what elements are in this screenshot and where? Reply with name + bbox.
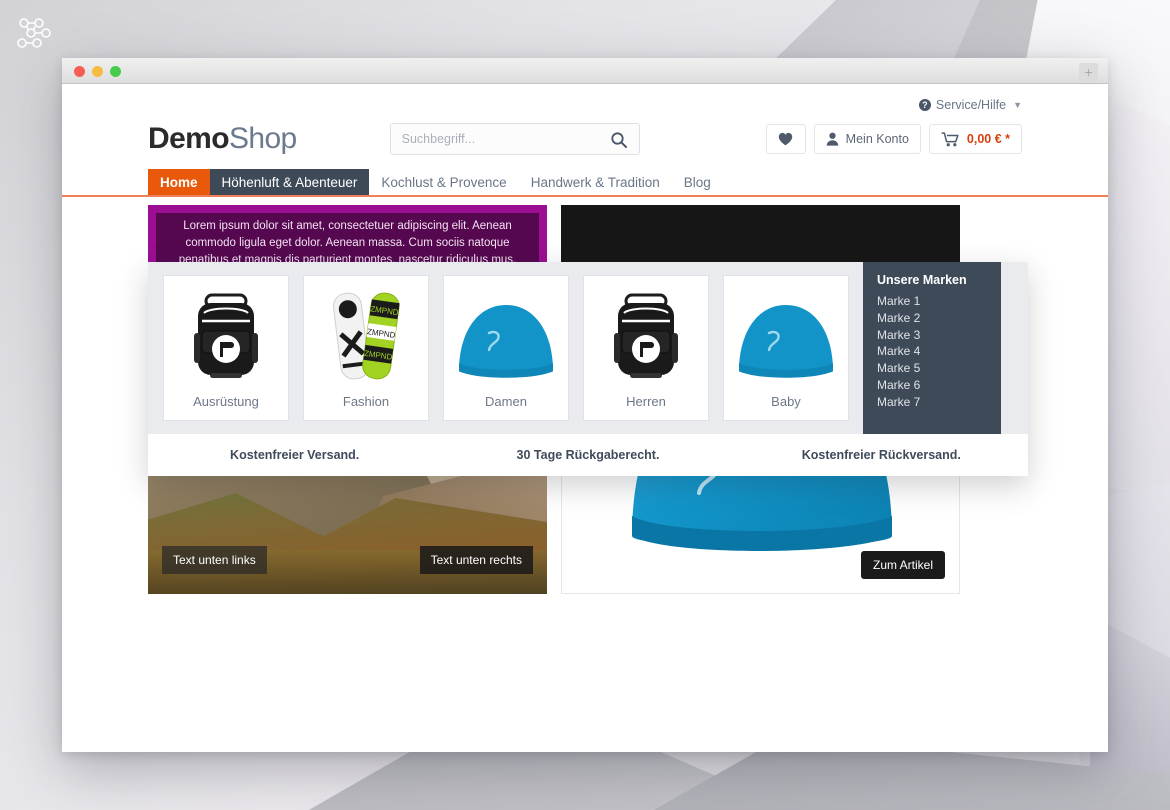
account-label: Mein Konto: [845, 132, 909, 146]
window-controls[interactable]: [74, 66, 121, 77]
logo-bold-part: Demo: [148, 122, 230, 155]
mega-menu-dropdown: Ausrüstung ZMPND ZMPND ZMPND Fashion Dam…: [148, 262, 1028, 476]
category-tile-ausruestung[interactable]: Ausrüstung: [163, 275, 289, 421]
brand-item[interactable]: Marke 4: [877, 343, 1001, 360]
search-area: [389, 123, 640, 155]
benefit-shipping: Kostenfreier Versand.: [230, 448, 360, 462]
brands-title: Unsere Marken: [877, 273, 967, 287]
browser-window: + ? Service/Hilfe ▼ DemoShop Suchbegriff…: [62, 58, 1108, 752]
main-navigation: Home Höhenluft & Abenteuer Kochlust & Pr…: [62, 169, 1108, 195]
nav-list: Home Höhenluft & Abenteuer Kochlust & Pr…: [148, 169, 1022, 195]
browser-titlebar: +: [62, 58, 1108, 84]
search-icon: [611, 131, 627, 148]
category-tile-label: Fashion: [342, 394, 390, 409]
new-tab-button[interactable]: +: [1079, 63, 1098, 82]
nav-item-handwerk[interactable]: Handwerk & Tradition: [519, 169, 672, 195]
chevron-down-icon: ▼: [1013, 100, 1022, 110]
beanie-icon: [455, 285, 557, 383]
user-icon: [826, 132, 838, 146]
brands-panel: Unsere Marken Marke 1 Marke 2 Marke 3 Ma…: [863, 262, 1001, 434]
minimize-window-button[interactable]: [92, 66, 103, 77]
heart-icon: [778, 132, 793, 146]
backpack-icon: [188, 285, 264, 383]
brand-item[interactable]: Marke 7: [877, 394, 1001, 411]
overlay-text-bottom-right[interactable]: Text unten rechts: [419, 546, 533, 574]
search-input[interactable]: [389, 123, 640, 155]
service-help-label: Service/Hilfe: [935, 98, 1007, 112]
nav-item-home[interactable]: Home: [148, 169, 210, 195]
category-tile-damen[interactable]: Damen: [443, 275, 569, 421]
snowboard-icon: ZMPND ZMPND ZMPND: [327, 285, 405, 383]
nav-item-kochlust[interactable]: Kochlust & Provence: [369, 169, 518, 195]
wishlist-button[interactable]: [765, 124, 806, 154]
overlay-text-bottom-left[interactable]: Text unten links: [162, 546, 267, 574]
category-tile-label: Herren: [626, 394, 666, 409]
brand-item[interactable]: Marke 1: [877, 293, 1001, 310]
node-graph-icon: [14, 14, 58, 52]
benefits-bar: Kostenfreier Versand. 30 Tage Rückgabere…: [148, 434, 1028, 476]
brand-item[interactable]: Marke 6: [877, 377, 1001, 394]
category-tile-label: Ausrüstung: [193, 394, 259, 409]
header-main-row: DemoShop Suchbegriff... Mein Konto 0,00 …: [148, 122, 1022, 156]
cart-icon: [941, 131, 959, 146]
page-viewport: ? Service/Hilfe ▼ DemoShop Suchbegriff..…: [62, 84, 1108, 752]
mega-menu-tiles: Ausrüstung ZMPND ZMPND ZMPND Fashion Dam…: [148, 262, 1028, 434]
category-tile-label: Damen: [485, 394, 527, 409]
cart-amount: 0,00 € *: [966, 132, 1010, 146]
close-window-button[interactable]: [74, 66, 85, 77]
cart-button[interactable]: 0,00 € *: [928, 124, 1022, 154]
service-row: ? Service/Hilfe ▼: [148, 84, 1022, 112]
category-tile-baby[interactable]: Baby: [723, 275, 849, 421]
shop-logo[interactable]: DemoShop: [148, 122, 297, 156]
brands-list: Marke 1 Marke 2 Marke 3 Marke 4 Marke 5 …: [877, 293, 1001, 411]
logo-light-part: Shop: [228, 122, 297, 155]
nav-item-hoehenluft[interactable]: Höhenluft & Abenteuer: [209, 169, 370, 195]
benefit-free-return: Kostenfreier Rückversand.: [801, 448, 961, 462]
search-submit-button[interactable]: [610, 126, 638, 153]
brand-item[interactable]: Marke 2: [877, 310, 1001, 327]
nav-item-blog[interactable]: Blog: [672, 169, 723, 195]
beanie-icon: [735, 285, 837, 383]
category-tile-herren[interactable]: Herren: [583, 275, 709, 421]
category-tile-fashion[interactable]: ZMPND ZMPND ZMPND Fashion: [303, 275, 429, 421]
brand-item[interactable]: Marke 5: [877, 360, 1001, 377]
zum-artikel-button[interactable]: Zum Artikel: [860, 551, 945, 579]
shop-header: ? Service/Hilfe ▼ DemoShop Suchbegriff..…: [62, 84, 1108, 156]
benefit-returns: 30 Tage Rückgaberecht.: [516, 448, 660, 462]
account-button[interactable]: Mein Konto: [813, 124, 921, 154]
category-tile-label: Baby: [771, 394, 801, 409]
maximize-window-button[interactable]: [110, 66, 121, 77]
brand-item[interactable]: Marke 3: [877, 327, 1001, 344]
question-circle-icon: ?: [918, 99, 931, 111]
header-actions: Mein Konto 0,00 € *: [765, 124, 1022, 154]
backpack-icon: [608, 285, 684, 383]
service-help-link[interactable]: ? Service/Hilfe ▼: [918, 98, 1022, 112]
